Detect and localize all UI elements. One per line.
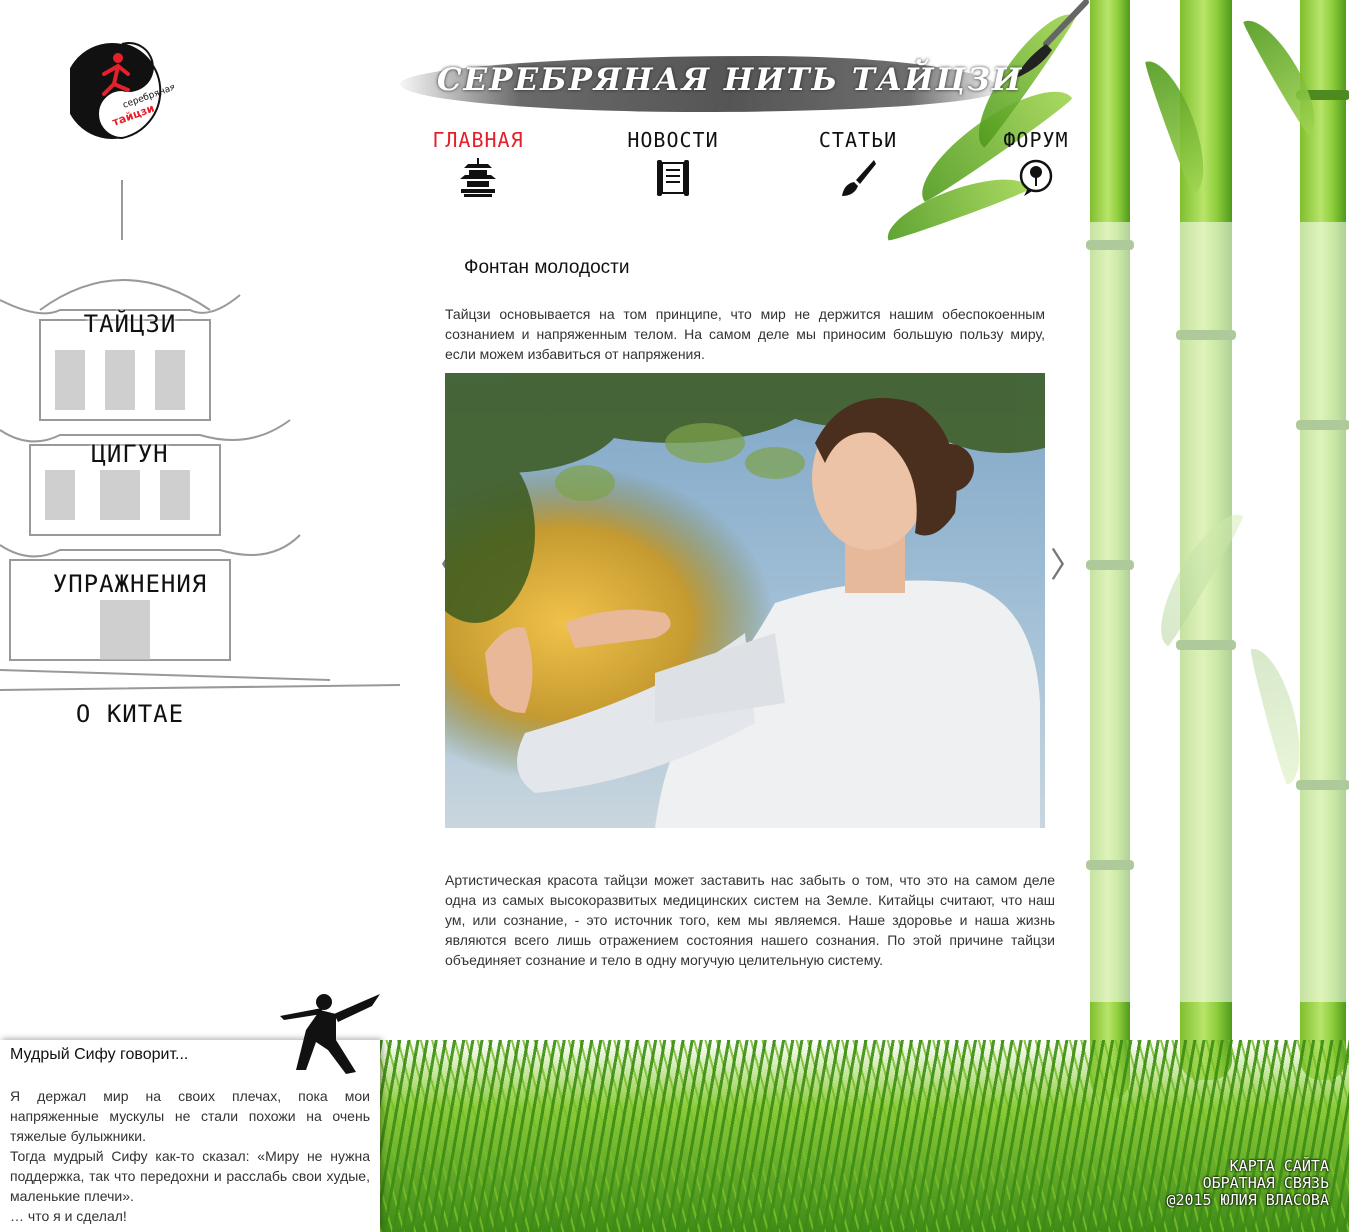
nav-articles-label: СТАТЬИ xyxy=(818,128,898,152)
article-paragraph-1: Тайцзи основывается на том принципе, что… xyxy=(445,306,1045,362)
sidebar-item-taichi[interactable]: ТАЙЦЗИ xyxy=(0,310,260,338)
site-logo[interactable]: серебряная нить тайцзи xyxy=(70,40,174,142)
sidebar-item-about-china[interactable]: О КИТАЕ xyxy=(0,700,260,728)
quote-line-2: Тогда мудрый Сифу как-то сказал: «Миру н… xyxy=(10,1148,370,1204)
tree-chat-icon xyxy=(1019,159,1053,196)
footer-feedback-link[interactable]: ОБРАТНАЯ СВЯЗЬ xyxy=(1166,1175,1329,1192)
bamboo-fade-overlay xyxy=(1047,222,1349,1002)
article-photo-slider[interactable] xyxy=(445,373,1045,828)
footer-sitemap-link[interactable]: КАРТА САЙТА xyxy=(1166,1158,1329,1175)
slider-next-arrow[interactable]: 〉 xyxy=(1050,538,1084,587)
nav-forum[interactable]: ФОРУМ xyxy=(966,128,1106,204)
footer-copyright: @2015 ЮЛИЯ ВЛАСОВА xyxy=(1166,1191,1329,1209)
sidebar-item-qigong[interactable]: ЦИГУН xyxy=(0,440,260,468)
nav-news[interactable]: НОВОСТИ xyxy=(603,128,743,204)
quote-line-1: Я держал мир на своих плечах, пока мои н… xyxy=(10,1088,370,1144)
nav-articles[interactable]: СТАТЬИ xyxy=(788,128,928,204)
nav-main-label: ГЛАВНАЯ xyxy=(432,128,524,152)
footer-links: КАРТА САЙТА ОБРАТНАЯ СВЯЗЬ @2015 ЮЛИЯ ВЛ… xyxy=(1166,1158,1329,1209)
brush-icon xyxy=(842,160,876,196)
site-title[interactable]: СЕРЕБРЯНАЯ НИТЬ ТАЙЦЗИ xyxy=(400,62,1060,106)
nav-main[interactable]: ГЛАВНАЯ xyxy=(408,128,548,204)
article-paragraph-2: Артистическая красота тайцзи может заста… xyxy=(445,872,1055,968)
nav-news-label: НОВОСТИ xyxy=(627,128,719,152)
pagoda-icon xyxy=(460,158,496,197)
quote-line-3: … что я и сделал! xyxy=(10,1208,127,1224)
kungfu-fighter-silhouette-icon xyxy=(280,994,380,1074)
article-title: Фонтан молодости xyxy=(464,257,630,278)
scroll-icon xyxy=(657,160,689,196)
nav-forum-label: ФОРУМ xyxy=(1003,128,1069,152)
taichi-woman-photo xyxy=(445,373,1045,828)
sidebar-item-exercises[interactable]: УПРАЖНЕНИЯ xyxy=(0,570,260,598)
